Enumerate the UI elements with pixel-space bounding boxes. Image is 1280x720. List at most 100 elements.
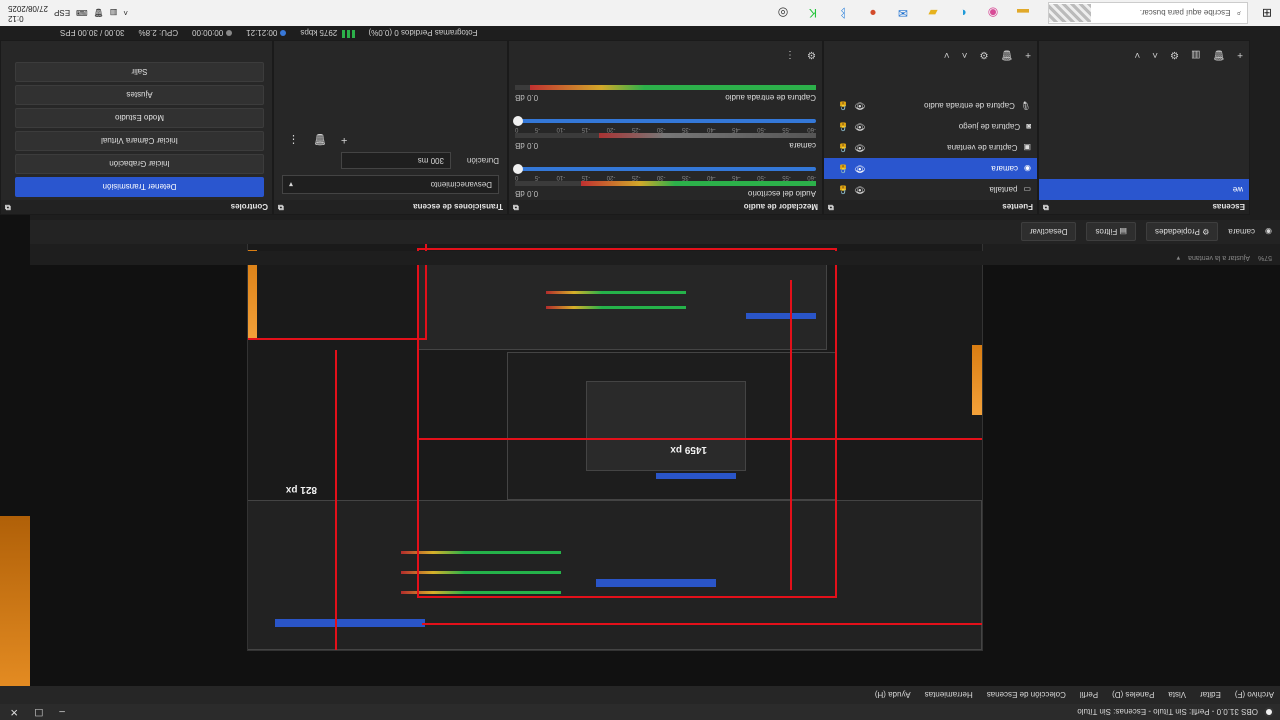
settings-icon[interactable]: ⚙ xyxy=(1170,50,1179,61)
sources-dock: Fuentes ⧉ ▭ pantalla 👁 🔓 ◉ camara 👁 🔓 ▣ … xyxy=(823,40,1038,215)
chevron-down-icon[interactable]: ˅ xyxy=(1134,50,1140,61)
lock-icon[interactable]: 🔓 xyxy=(824,143,848,152)
dropped-frames: Fotogramas Perdidos 0 (0.0%) xyxy=(368,28,478,38)
menu-paneles[interactable]: Paneles (D) xyxy=(1112,691,1154,700)
add-icon[interactable]: + xyxy=(341,133,347,146)
eye-icon[interactable]: 👁 xyxy=(854,142,865,153)
chevron-up-icon[interactable]: ˄ xyxy=(1152,50,1158,61)
start-recording-button[interactable]: Iniciar Grabación xyxy=(15,154,264,174)
menu-herramientas[interactable]: Herramientas xyxy=(925,691,973,700)
dock-float-icon[interactable]: ⧉ xyxy=(509,202,519,212)
kick-icon[interactable]: K xyxy=(802,2,824,24)
meter-tick: -55 xyxy=(782,126,791,132)
eye-icon[interactable]: 👁 xyxy=(854,121,865,132)
obs-taskbar-icon[interactable]: ◎ xyxy=(772,2,794,24)
lock-icon[interactable]: 🔓 xyxy=(824,185,848,194)
edge-icon[interactable]: ◐ xyxy=(952,2,974,24)
volume-meter xyxy=(515,181,816,186)
add-icon[interactable]: + xyxy=(1237,50,1243,61)
menu-dots-icon[interactable]: ⋮ xyxy=(288,133,299,146)
chevron-down-icon[interactable]: ˅ xyxy=(944,50,950,61)
dock-float-icon[interactable]: ⧉ xyxy=(1039,202,1049,212)
eye-icon[interactable]: 👁 xyxy=(854,100,865,111)
filter-icon[interactable]: ▥ xyxy=(1191,50,1200,61)
chrome-icon[interactable]: ● xyxy=(862,2,884,24)
settings-button[interactable]: Ajustes xyxy=(15,85,264,105)
microphone-icon: 🎙 xyxy=(1020,101,1031,110)
selection-box-outer[interactable] xyxy=(417,248,837,598)
meter-tick: -55 xyxy=(782,174,791,180)
slider-knob[interactable] xyxy=(513,164,523,174)
delete-icon[interactable]: 🗑 xyxy=(1212,50,1225,61)
scene-item[interactable]: we xyxy=(1039,179,1249,200)
controls-title: Controles xyxy=(230,202,268,212)
folder-icon[interactable]: ▰ xyxy=(922,2,944,24)
volume-slider[interactable] xyxy=(513,164,816,174)
properties-button[interactable]: ⚙ Propiedades xyxy=(1146,222,1219,242)
meter-tick: -40 xyxy=(707,174,716,180)
maximize-icon[interactable]: ☐ xyxy=(34,707,43,718)
dock-float-icon[interactable]: ⧉ xyxy=(274,202,284,212)
network-icon[interactable]: ▥ xyxy=(110,9,118,18)
zoom-mode[interactable]: Ajustar a la ventana xyxy=(1188,255,1250,262)
lock-icon[interactable]: 🔓 xyxy=(824,122,848,131)
scene-transitions-dock: Transiciones de escena ⧉ Desvanecimiento… xyxy=(273,40,508,215)
start-virtual-camera-button[interactable]: Iniciar Cámara Virtual xyxy=(15,131,264,151)
studio-mode-button[interactable]: Modo Estudio xyxy=(15,108,264,128)
deactivate-button[interactable]: Desactivar xyxy=(1020,222,1077,242)
language-indicator[interactable]: ESP xyxy=(54,9,70,18)
windows-start-icon[interactable]: ⊞ xyxy=(1262,6,1272,20)
source-item-captura-ventana[interactable]: ▣ Captura de ventana 👁 🔓 xyxy=(824,137,1037,158)
delete-icon[interactable]: 🗑 xyxy=(1000,50,1013,61)
preview-canvas[interactable]: 821 px 1459 px xyxy=(247,237,983,651)
menu-vista[interactable]: Vista xyxy=(1168,691,1186,700)
mixer-menu-icon[interactable]: ⋮ xyxy=(785,50,795,61)
minimize-icon[interactable]: – xyxy=(59,707,65,718)
menu-coleccion-escenas[interactable]: Colección de Escenas xyxy=(987,691,1066,700)
delete-icon[interactable]: 🗑 xyxy=(313,133,327,146)
lock-icon[interactable]: 🔓 xyxy=(824,101,848,110)
close-icon[interactable]: ✕ xyxy=(10,707,18,718)
meter-tick: -25 xyxy=(631,126,641,132)
chevron-up-icon[interactable]: ˄ xyxy=(962,50,968,61)
source-item-captura-juego[interactable]: ◙ Captura de juego 👁 🔓 xyxy=(824,116,1037,137)
menu-ayuda[interactable]: Ayuda (H) xyxy=(875,691,911,700)
slider-knob[interactable] xyxy=(513,116,523,126)
chevron-down-icon[interactable]: ▾ xyxy=(1177,254,1181,262)
transition-select[interactable]: Desvanecimiento ▾ xyxy=(282,175,499,194)
chevron-up-icon[interactable]: ˄ xyxy=(123,9,128,18)
settings-icon[interactable]: ⚙ xyxy=(979,50,988,61)
exit-button[interactable]: Salir xyxy=(15,62,264,82)
lock-icon[interactable]: 🔓 xyxy=(824,164,848,173)
properties-label: Propiedades xyxy=(1155,227,1200,237)
keyboard-icon[interactable]: ⌨ xyxy=(76,9,88,18)
taskbar-search[interactable]: ⌕ Escribe aquí para buscar. xyxy=(1048,2,1248,24)
outlook-icon[interactable]: ✉ xyxy=(892,2,914,24)
mixer-settings-icon[interactable]: ⚙ xyxy=(807,50,816,61)
duration-input[interactable]: 300 ms xyxy=(340,152,451,169)
meter-tick: -10 xyxy=(556,174,566,180)
bluetooth-icon[interactable]: ᛒ xyxy=(832,2,854,24)
stream-time-value: 00:21:21 xyxy=(246,28,278,38)
stop-streaming-button[interactable]: Detener Transmisión xyxy=(15,177,264,197)
add-icon[interactable]: + xyxy=(1025,50,1031,61)
eye-icon[interactable]: 👁 xyxy=(854,184,865,195)
file-explorer-icon[interactable]: ▬ xyxy=(1012,2,1034,24)
trash-icon[interactable]: 🗑 xyxy=(94,9,104,18)
filters-button[interactable]: ▤ Filtros xyxy=(1086,222,1136,242)
taskbar-clock[interactable]: 0:12 27/08/2025 xyxy=(8,3,48,23)
record-time-value: 00:00:00 xyxy=(192,28,224,38)
menu-editar[interactable]: Editar xyxy=(1200,691,1221,700)
source-item-captura-audio[interactable]: 🎙 Captura de entrada audio 👁 🔓 xyxy=(824,95,1037,116)
volume-slider[interactable] xyxy=(513,116,816,126)
menu-perfil[interactable]: Perfil xyxy=(1080,691,1098,700)
dock-float-icon[interactable]: ⧉ xyxy=(1,202,11,212)
source-item-camara[interactable]: ◉ camara 👁 🔓 xyxy=(824,158,1037,179)
dock-float-icon[interactable]: ⧉ xyxy=(824,202,834,212)
firefox-icon[interactable]: ◉ xyxy=(982,2,1004,24)
source-item-pantalla[interactable]: ▭ pantalla 👁 🔓 xyxy=(824,179,1037,200)
source-item-label: Captura de juego xyxy=(958,122,1021,131)
controls-dock-title: Controles ⧉ xyxy=(1,200,272,214)
eye-icon[interactable]: 👁 xyxy=(854,163,865,174)
menu-archivo[interactable]: Archivo (F) xyxy=(1235,691,1274,700)
